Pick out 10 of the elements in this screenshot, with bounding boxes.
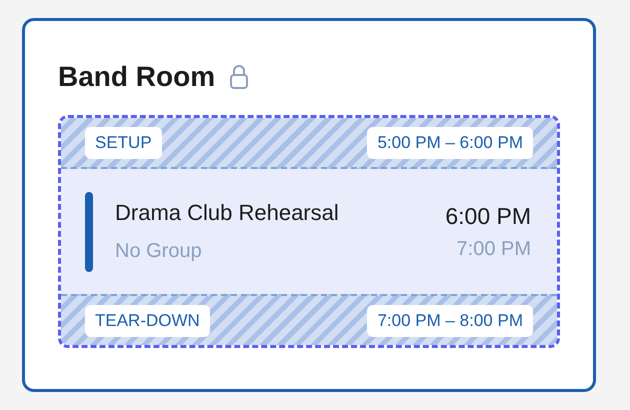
setup-time: 5:00 PM – 6:00 PM — [367, 126, 533, 158]
teardown-time: 7:00 PM – 8:00 PM — [367, 304, 533, 336]
start-time: 6:00 PM — [445, 202, 531, 230]
teardown-label: TEAR-DOWN — [85, 304, 210, 336]
event-title: Drama Club Rehearsal — [115, 200, 340, 226]
setup-label: SETUP — [85, 126, 162, 158]
room-title: Band Room — [58, 61, 216, 93]
event-group: No Group — [115, 240, 424, 263]
booking-block[interactable]: SETUP 5:00 PM – 6:00 PM Drama Club Rehearsal No Group 6:00 PM 7:00 PM TEAR-DOWN 7:00 PM – 8:00 PM — [58, 115, 560, 348]
end-time: 7:00 PM — [456, 238, 531, 260]
